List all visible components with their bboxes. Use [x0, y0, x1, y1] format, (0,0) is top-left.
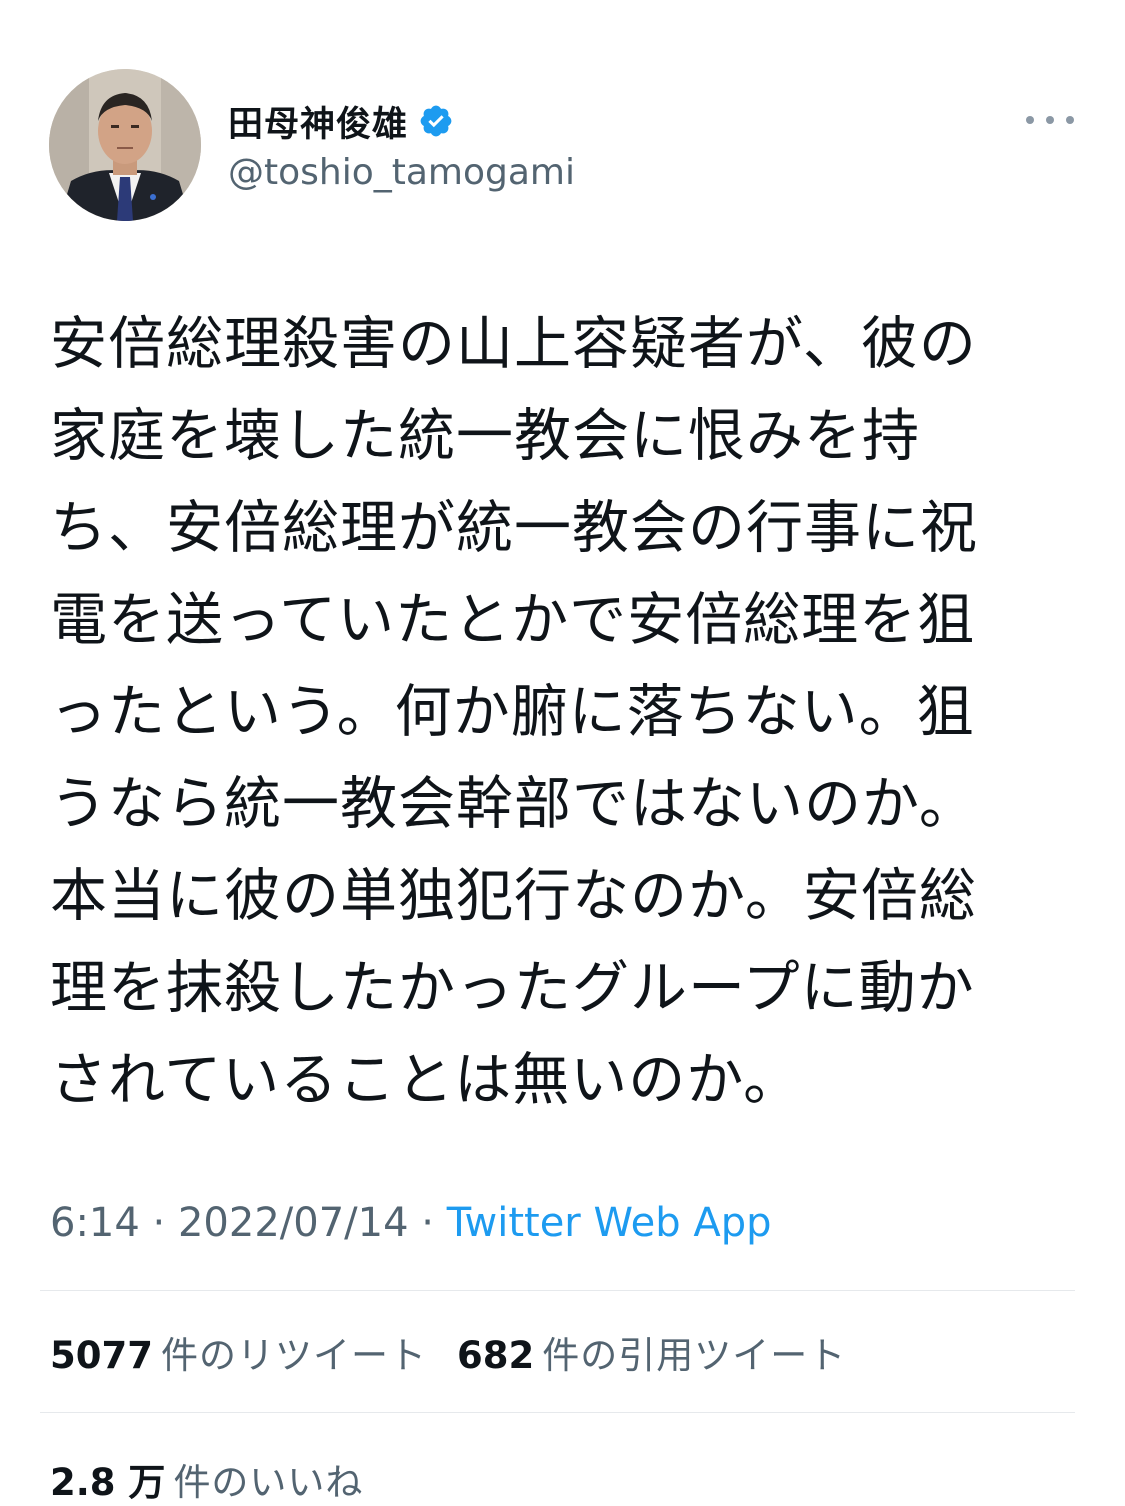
- tweet-text-line: 理を抹殺したかったグループに動か: [50, 955, 975, 1021]
- divider: [40, 1290, 1075, 1291]
- retweets-stat[interactable]: 5077 件のリツイート: [50, 1325, 427, 1379]
- tweet-text-line: うなら統一教会幹部ではないのか。: [50, 771, 977, 837]
- more-horizontal-icon-dot: [1066, 116, 1074, 124]
- likes-count: 2.8 万: [50, 1461, 166, 1504]
- engagement-stats: 5077 件のリツイート 682 件の引用ツイート: [50, 1325, 876, 1377]
- tweet-time[interactable]: 6:14: [50, 1200, 140, 1246]
- tweet-text-line: 家庭を壊した統一教会に恨みを持: [50, 403, 920, 469]
- quotes-label: 件の引用ツイート: [542, 1334, 847, 1377]
- tweet-text-line: 安倍総理殺害の山上容疑者が、彼の: [50, 311, 977, 377]
- more-horizontal-icon: [1026, 116, 1034, 124]
- retweets-count: 5077: [50, 1334, 153, 1377]
- more-horizontal-icon-dot: [1046, 116, 1054, 124]
- verified-badge-icon: [418, 103, 454, 139]
- likes-label: 件のいいね: [173, 1461, 364, 1504]
- tweet-text: 安倍総理殺害の山上容疑者が、彼の 家庭を壊した統一教会に恨みを持 ち、安倍総理が…: [50, 298, 1050, 1126]
- tweet-metadata: 6:14 · 2022/07/14 · Twitter Web App: [50, 1200, 772, 1246]
- more-options-button[interactable]: [1022, 104, 1078, 136]
- tweet-text-line: 本当に彼の単独犯行なのか。安倍総: [50, 863, 977, 929]
- tweet-date[interactable]: 2022/07/14: [178, 1200, 409, 1246]
- divider: [40, 1412, 1075, 1413]
- quotes-count: 682: [456, 1334, 535, 1377]
- avatar-photo: [49, 69, 201, 221]
- quotes-stat[interactable]: 682 件の引用ツイート: [457, 1325, 846, 1379]
- avatar[interactable]: [49, 69, 201, 221]
- tweet-text-line: ったという。何か腑に落ちない。狙: [50, 679, 975, 745]
- user-handle[interactable]: @toshio_tamogami: [228, 152, 575, 193]
- meta-separator: ·: [139, 1200, 178, 1246]
- user-name-row[interactable]: 田母神俊雄: [228, 96, 454, 146]
- display-name[interactable]: 田母神俊雄: [228, 96, 408, 147]
- tweet-source-link[interactable]: Twitter Web App: [447, 1200, 772, 1246]
- likes-stat[interactable]: 2.8 万 件のいいね: [50, 1452, 363, 1506]
- tweet-text-line: 電を送っていたとかで安倍総理を狙: [50, 587, 976, 653]
- meta-separator: ·: [408, 1200, 447, 1246]
- tweet-text-line: ち、安倍総理が統一教会の行事に祝: [50, 495, 978, 561]
- retweets-label: 件のリツイート: [160, 1334, 427, 1377]
- tweet-text-line: されていることは無いのか。: [50, 1047, 802, 1113]
